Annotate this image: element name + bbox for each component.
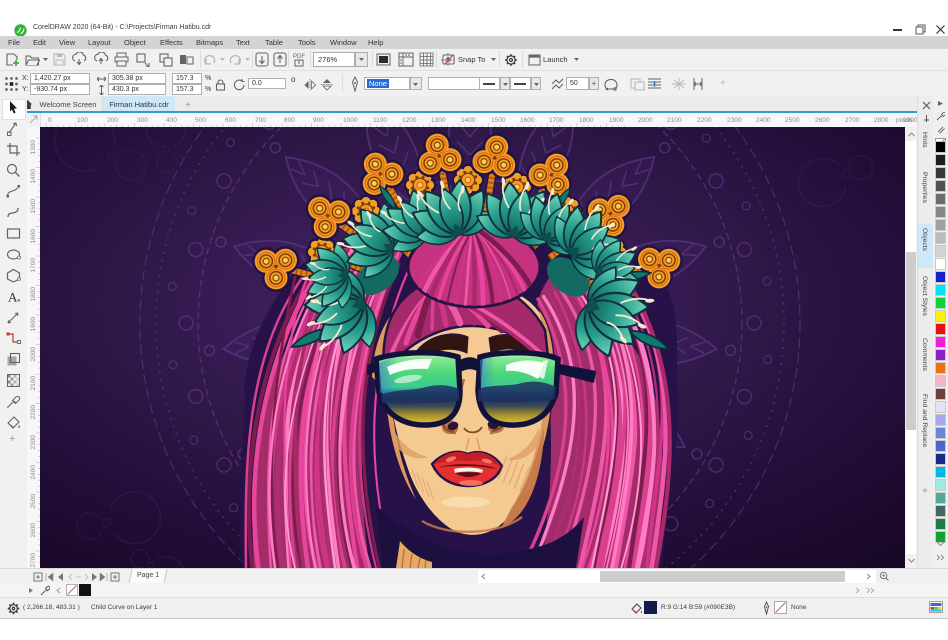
svg-text:1500: 1500 — [30, 199, 37, 214]
svg-text:1400: 1400 — [461, 117, 476, 124]
svg-text:1600: 1600 — [520, 117, 535, 124]
svg-text:2800: 2800 — [874, 117, 889, 124]
svg-text:2400: 2400 — [756, 117, 771, 124]
svg-text:2000: 2000 — [638, 117, 653, 124]
svg-text:900: 900 — [313, 117, 324, 124]
svg-text:1300: 1300 — [30, 140, 37, 155]
svg-text:2300: 2300 — [30, 435, 37, 450]
svg-text:2500: 2500 — [30, 494, 37, 509]
svg-text:2600: 2600 — [30, 523, 37, 538]
svg-text:200: 200 — [107, 117, 118, 124]
svg-text:2000: 2000 — [30, 347, 37, 362]
svg-text:1900: 1900 — [30, 317, 37, 332]
svg-text:pixels: pixels — [896, 117, 913, 124]
svg-text:100: 100 — [77, 117, 88, 124]
svg-text:1600: 1600 — [30, 229, 37, 244]
svg-text:300: 300 — [137, 117, 148, 124]
svg-text:A: A — [8, 290, 18, 305]
svg-text:600: 600 — [225, 117, 236, 124]
svg-text:2200: 2200 — [697, 117, 712, 124]
svg-text:700: 700 — [255, 117, 266, 124]
svg-text:2600: 2600 — [815, 117, 830, 124]
svg-text:1500: 1500 — [491, 117, 506, 124]
svg-text:800: 800 — [284, 117, 295, 124]
svg-text:2100: 2100 — [30, 376, 37, 391]
svg-text:1800: 1800 — [579, 117, 594, 124]
svg-text:1800: 1800 — [30, 287, 37, 302]
svg-text:2100: 2100 — [667, 117, 682, 124]
svg-text:1000: 1000 — [343, 117, 358, 124]
svg-text:2200: 2200 — [30, 405, 37, 420]
svg-text:PDF: PDF — [293, 54, 305, 60]
svg-text:2700: 2700 — [30, 553, 37, 568]
svg-text:400: 400 — [166, 117, 177, 124]
svg-text:1700: 1700 — [30, 258, 37, 273]
svg-text:1300: 1300 — [431, 117, 446, 124]
svg-text:2400: 2400 — [30, 465, 37, 480]
svg-text:2300: 2300 — [727, 117, 742, 124]
svg-text:500: 500 — [195, 117, 206, 124]
svg-text:1900: 1900 — [609, 117, 624, 124]
svg-text:1200: 1200 — [402, 117, 417, 124]
svg-text:1400: 1400 — [30, 169, 37, 184]
svg-text:1700: 1700 — [549, 117, 564, 124]
svg-text:2500: 2500 — [785, 117, 800, 124]
svg-text:0: 0 — [48, 117, 52, 124]
svg-text:1100: 1100 — [373, 117, 387, 124]
svg-text:2700: 2700 — [845, 117, 860, 124]
